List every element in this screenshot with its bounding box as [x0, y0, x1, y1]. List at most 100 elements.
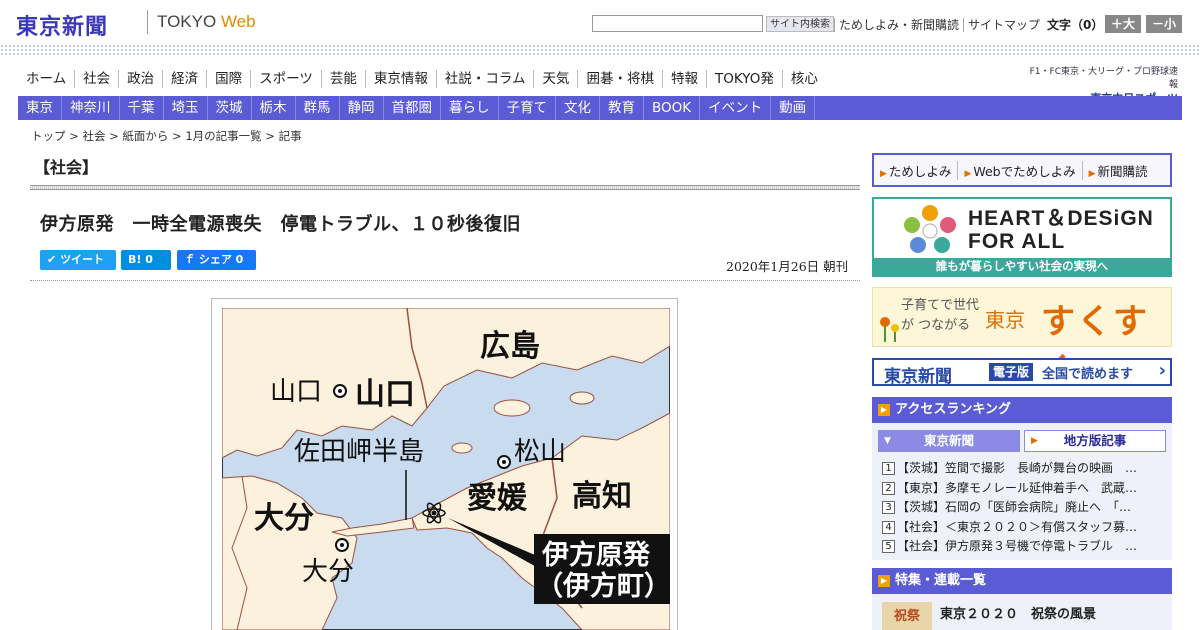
- heart-design-caption: 誰もが暮らしやすい社会の実現へ: [874, 258, 1170, 275]
- subnav-event[interactable]: イベント: [700, 96, 772, 120]
- ranking-header: ▶ アクセスランキング: [872, 397, 1172, 423]
- ranking-title: アクセスランキング: [895, 402, 1011, 417]
- map-label-hiroshima: 広島: [480, 329, 540, 364]
- sukusuku-banner[interactable]: 子育てで世代が つながる 東京 すくすく: [872, 287, 1172, 391]
- feature-item-link[interactable]: 東京２０２０ 祝祭の風景: [940, 603, 1096, 622]
- rank-number: 5: [882, 540, 895, 553]
- nav-editorial[interactable]: 社説・コラム: [435, 70, 534, 88]
- tweet-label: ツイート: [60, 253, 105, 266]
- tokyo-web-logo[interactable]: TOKYO Web: [157, 12, 256, 32]
- triangle-right-icon: ▶: [1088, 168, 1096, 179]
- subnav-gunma[interactable]: 群馬: [296, 96, 340, 120]
- heart-design-logo-icon: [904, 205, 956, 253]
- digital-edition-banner[interactable]: 東京新聞 電子版 全国で読めます ›: [872, 358, 1172, 387]
- map-label-kochi: 高知: [572, 479, 632, 514]
- header-link-trial[interactable]: ためしよみ・新聞購読: [834, 18, 964, 32]
- digital-edition-tag: 電子版: [989, 363, 1034, 381]
- nav-society[interactable]: 社会: [74, 70, 118, 88]
- trial-link[interactable]: ▶ ためしよみ: [874, 161, 957, 180]
- ranking-item[interactable]: 2 【東京】多摩モノレール延伸着手へ 武蔵…: [882, 479, 1162, 499]
- nav-tokyo-info[interactable]: 東京情報: [364, 70, 436, 88]
- chevron-right-icon: ›: [1158, 360, 1166, 381]
- map-marker-matsuyama-dot: [502, 460, 506, 464]
- nav-entertainment[interactable]: 芸能: [320, 70, 365, 88]
- header-link-sitemap[interactable]: サイトマップ: [963, 18, 1045, 32]
- site-search-button[interactable]: サイト内検索: [766, 16, 834, 32]
- triangle-right-icon: ▶: [964, 168, 972, 179]
- hatena-bookmark-button[interactable]: B! 0: [121, 250, 171, 270]
- features-title: 特集・連載一覧: [895, 573, 987, 588]
- facebook-share-button[interactable]: ｆ シェア 0: [177, 250, 256, 270]
- map-marker-oita-dot: [340, 543, 344, 547]
- nav-special-report[interactable]: 特報: [661, 70, 706, 88]
- section-divider: [30, 185, 860, 190]
- nav-kakushin[interactable]: 核心: [781, 70, 826, 88]
- features-header: ▶ 特集・連載一覧: [872, 568, 1172, 594]
- subnav-video[interactable]: 動画: [771, 96, 816, 120]
- subnav-chiba[interactable]: 千葉: [120, 96, 164, 120]
- nav-weather[interactable]: 天気: [533, 70, 577, 88]
- nav-international[interactable]: 国際: [206, 70, 250, 88]
- font-larger-button[interactable]: ＋大: [1105, 15, 1141, 33]
- nav-politics[interactable]: 政治: [118, 70, 162, 88]
- map-island-3: [451, 442, 473, 454]
- subnav-parenting[interactable]: 子育て: [499, 96, 556, 120]
- tab-tokyo-shimbun-label: 東京新聞: [923, 433, 974, 448]
- triangle-right-icon: ▶: [878, 403, 890, 416]
- map-label-yamaguchi-city: 山口: [270, 377, 322, 407]
- header-links: ためしよみ・新聞購読 サイトマップ: [834, 16, 1045, 33]
- rank-number: 1: [882, 462, 895, 475]
- subnav-tokyo[interactable]: 東京: [18, 96, 62, 120]
- facebook-share-label: シェア 0: [198, 253, 244, 266]
- feature-thumbnail[interactable]: 祝祭: [882, 602, 932, 630]
- ranking-item[interactable]: 3 【茨城】石岡の「医師会病院」廃止へ 「…: [882, 498, 1162, 518]
- font-smaller-button[interactable]: －小: [1146, 15, 1182, 33]
- tab-tokyo-shimbun[interactable]: ▼ 東京新聞: [878, 430, 1020, 452]
- ranking-list: 1 【茨城】笠間で撮影 長崎が舞台の映画 … 2 【東京】多摩モノレール延伸着手へ …: [882, 459, 1162, 557]
- trial-subscribe-box: ▶ ためしよみ ▶ Webでためしよみ ▶ 新聞購読: [872, 153, 1172, 187]
- subnav-tochigi[interactable]: 栃木: [252, 96, 296, 120]
- web-trial-link-label: Webでためしよみ: [973, 163, 1076, 179]
- ranking-item[interactable]: 1 【茨城】笠間で撮影 長崎が舞台の映画 …: [882, 459, 1162, 479]
- digital-edition-logo: 東京新聞: [884, 367, 952, 387]
- web-trial-link[interactable]: ▶ Webでためしよみ: [957, 160, 1081, 180]
- search-input[interactable]: [592, 15, 763, 32]
- heart-design-banner[interactable]: HEART＆DESiGN FOR ALL 誰もが暮らしやすい社会の実現へ: [872, 197, 1172, 277]
- site-logo[interactable]: 東京新聞: [16, 9, 108, 41]
- breadcrumb[interactable]: トップ > 社会 > 紙面から > 1月の記事一覧 > 記事: [31, 128, 302, 144]
- nav-sports[interactable]: スポーツ: [250, 70, 321, 88]
- tab-local-edition[interactable]: ▶ 地方版記事: [1024, 430, 1166, 452]
- nav-home[interactable]: ホーム: [18, 70, 74, 88]
- triangle-right-icon: ▶: [1031, 436, 1038, 446]
- subnav-living[interactable]: 暮らし: [441, 96, 499, 120]
- nav-tokyo-hatsu[interactable]: TOKYO発: [705, 70, 782, 88]
- chevron-down-icon: ▼: [884, 436, 891, 446]
- subnav-book[interactable]: BOOK: [644, 96, 701, 120]
- triangle-right-icon: ▶: [878, 574, 890, 587]
- ranking-item[interactable]: 4 【社会】＜東京２０２０＞有償スタッフ募…: [882, 518, 1162, 538]
- subnav-kanagawa[interactable]: 神奈川: [62, 96, 120, 120]
- section-label: 【社会】: [34, 158, 99, 177]
- subnav-saitama[interactable]: 埼玉: [164, 96, 208, 120]
- map-island-2: [569, 391, 595, 405]
- subnav-education[interactable]: 教育: [600, 96, 644, 120]
- subnav-shizuoka[interactable]: 静岡: [340, 96, 384, 120]
- region-nav: 東京 神奈川 千葉 埼玉 茨城 栃木 群馬 静岡 首都圏 暮らし 子育て 文化 …: [18, 96, 1182, 120]
- features-list: ▶ 特集・連載一覧 祝祭 東京２０２０ 祝祭の風景: [872, 568, 1172, 630]
- subnav-culture[interactable]: 文化: [556, 96, 600, 120]
- rank-number: 4: [882, 520, 895, 534]
- nav-economy[interactable]: 経済: [162, 70, 206, 88]
- logo-tokyo-text: TOKYO: [157, 12, 217, 31]
- map-label-yamaguchi-pref: 山口: [355, 377, 415, 412]
- subscribe-link[interactable]: ▶ 新聞購読: [1081, 160, 1154, 180]
- tweet-button[interactable]: ✔ ツイート: [40, 250, 116, 270]
- map-marker-yamaguchi-dot: [338, 389, 342, 393]
- nav-go-shogi[interactable]: 囲碁・将棋: [577, 70, 662, 88]
- subnav-ibaraki[interactable]: 茨城: [208, 96, 252, 120]
- heart-design-title: HEART＆DESiGN FOR ALL: [968, 207, 1154, 253]
- article-map-image: 広島 山口 山口 佐田岬半島 松山 愛媛 高知 大分 大分 伊方原発 （伊方町）: [211, 298, 678, 630]
- facebook-icon: ｆ: [184, 253, 195, 266]
- ranking-item[interactable]: 5 【社会】伊方原発３号機で停電トラブル …: [882, 537, 1162, 557]
- subnav-shutoken[interactable]: 首都圏: [384, 96, 441, 120]
- site-header: 東京新聞 TOKYO Web サイト内検索 ためしよみ・新聞購読 サイトマップ 文…: [0, 0, 1200, 46]
